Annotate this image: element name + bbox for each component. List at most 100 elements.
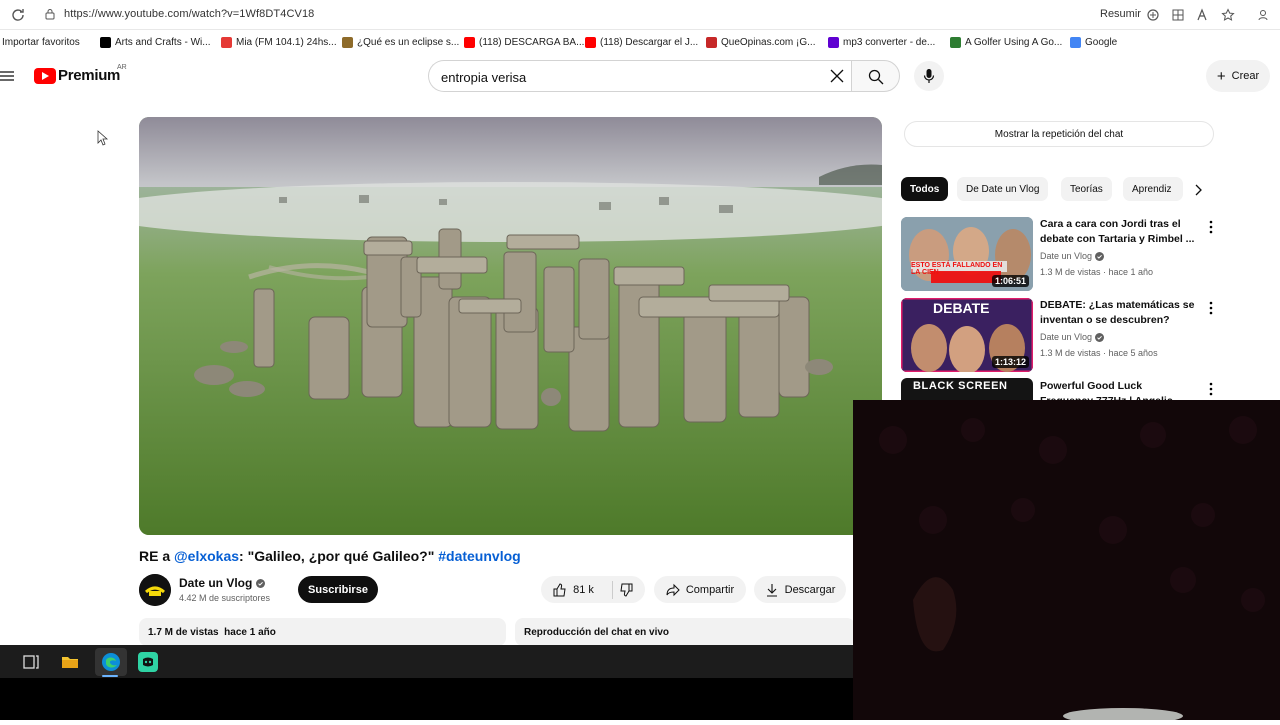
summarize-button[interactable]: Resumir (1100, 8, 1141, 20)
share-label: Compartir (685, 583, 735, 596)
recommendation-title[interactable]: DEBATE: ¿Las matemáticas se inventan o s… (1040, 298, 1196, 328)
verified-badge-icon (1095, 332, 1105, 342)
download-icon (766, 583, 777, 597)
bookmark-label: Importar favoritos (2, 36, 80, 48)
reload-icon[interactable] (10, 7, 26, 23)
recommendation-thumbnail[interactable]: BLACK SCREEN (901, 378, 1033, 400)
menu-icon[interactable] (0, 69, 14, 83)
filter-chip[interactable]: Teorías (1061, 177, 1112, 201)
download-label: Descargar (784, 583, 836, 596)
recommendation-title[interactable]: Cara a cara con Jordi tras el debate con… (1040, 217, 1196, 247)
search-input[interactable] (441, 68, 821, 86)
create-button[interactable]: + Crear (1206, 60, 1270, 92)
search-box (428, 60, 852, 92)
copilot-icon[interactable] (1146, 8, 1160, 22)
more-options-icon[interactable] (1205, 301, 1217, 315)
thumbnail-overlay-text: ESTO ESTÁ FALLANDO EN LA CIEN (911, 262, 1003, 276)
brand-label[interactable]: Premium (58, 67, 120, 84)
voice-search-button[interactable] (914, 61, 944, 91)
youtube-logo-icon[interactable] (34, 68, 56, 84)
channel-name[interactable]: Date un Vlog (179, 576, 252, 590)
bookmark-item[interactable]: ¿Qué es un eclipse s... (342, 35, 459, 49)
video-title: RE a @elxokas: "Galileo, ¿por qué Galile… (139, 548, 521, 564)
clear-search-icon[interactable] (829, 68, 845, 84)
bookmark-item[interactable]: Arts and Crafts - Wi... (100, 35, 211, 49)
recommendation-thumbnail[interactable]: ESTO ESTÁ FALLANDO EN LA CIEN 1:06:51 (901, 217, 1033, 291)
title-prefix: RE a (139, 548, 175, 564)
video-player[interactable] (139, 117, 882, 535)
more-options-icon[interactable] (1205, 220, 1217, 234)
channel-avatar[interactable] (139, 574, 171, 606)
thumbnail-overlay-text: BLACK SCREEN (913, 380, 1008, 392)
wikipedia-icon (100, 36, 111, 48)
file-explorer-icon[interactable] (59, 651, 81, 673)
filter-chip[interactable]: Todos (901, 177, 949, 201)
share-button[interactable]: Compartir (654, 576, 746, 603)
show-chat-replay-button[interactable]: Mostrar la repetición del chat (904, 121, 1214, 147)
chat-replay-panel[interactable]: Reproducción del chat en vivo (515, 618, 855, 646)
recommendation-channel-name: Date un Vlog (1040, 332, 1093, 342)
extensions-icon[interactable] (1256, 8, 1270, 22)
youtube-icon (464, 36, 475, 48)
search-icon (868, 69, 884, 85)
bookmark-item[interactable]: Importar favoritos (2, 35, 80, 49)
edge-browser-icon[interactable] (100, 651, 122, 673)
chevron-right-icon[interactable] (1190, 182, 1206, 198)
more-options-icon[interactable] (1205, 382, 1217, 396)
filter-chip[interactable]: De Date un Vlog (957, 177, 1049, 201)
download-button[interactable]: Descargar (754, 576, 846, 603)
search-button[interactable] (851, 60, 900, 92)
bookmark-label: (118) Descargar el J... (600, 36, 699, 48)
bookmark-item[interactable]: (118) Descargar el J... (585, 35, 698, 49)
split-screen-icon[interactable] (1171, 8, 1185, 22)
recommendation-thumbnail[interactable]: DEBATE 1:13:12 (901, 298, 1033, 372)
active-app-indicator (102, 675, 118, 677)
chat-replay-label: Reproducción del chat en vivo (524, 627, 670, 638)
favorite-star-icon[interactable] (1221, 8, 1235, 22)
hashtag-link[interactable]: #dateunvlog (438, 548, 520, 564)
bookmark-label: A Golfer Using A Go... (965, 36, 1063, 48)
url-text[interactable]: https://www.youtube.com/watch?v=1Wf8DT4C… (64, 8, 314, 20)
google-icon (1070, 36, 1081, 48)
thumbnail-overlay-text: DEBATE (933, 300, 990, 316)
bookmark-label: (118) DESCARGA BA... (479, 36, 585, 48)
task-view-icon[interactable] (20, 651, 42, 673)
share-arrow-icon (666, 583, 680, 596)
bookmark-item[interactable]: mp3 converter - de... (828, 35, 935, 49)
like-divider (611, 580, 613, 599)
site-info-icon[interactable] (44, 8, 56, 20)
bookmark-item[interactable]: QueOpinas.com ¡G... (706, 35, 815, 49)
bookmark-item[interactable]: A Golfer Using A Go... (950, 35, 1062, 49)
read-aloud-icon[interactable] (1196, 8, 1210, 22)
bookmark-item[interactable]: Google (1070, 35, 1117, 49)
mention-link[interactable]: @elxokas (174, 548, 239, 564)
bookmark-label: Arts and Crafts - Wi... (115, 36, 211, 48)
bookmark-label: Mia (FM 104.1) 24hs... (236, 36, 337, 48)
plus-icon: + (1216, 67, 1226, 85)
site-icon (950, 36, 961, 48)
subscribe-button[interactable]: Suscribirse (298, 576, 378, 603)
bookmark-item[interactable]: (118) DESCARGA BA... (464, 35, 584, 49)
video-frame-image (139, 117, 882, 535)
discord-app-icon[interactable] (137, 651, 159, 673)
recommendation-title[interactable]: Powerful Good Luck Frequency 777Hz | Ang… (1040, 379, 1196, 400)
bookmark-item[interactable]: Mia (FM 104.1) 24hs... (221, 35, 337, 49)
radio-icon (221, 36, 232, 48)
video-duration: 1:13:12 (991, 356, 1029, 368)
thumbs-up-icon[interactable] (553, 582, 567, 597)
webcam-image (853, 400, 1280, 724)
recommendation-channel-name: Date un Vlog (1040, 251, 1093, 261)
filter-chip[interactable]: Aprendiz (1123, 177, 1183, 201)
browser-toolbar: https://www.youtube.com/watch?v=1Wf8DT4C… (0, 0, 1280, 30)
thumbs-down-icon[interactable] (619, 583, 633, 597)
recommendation-channel[interactable]: Date un Vlog (1040, 251, 1105, 261)
create-label: Crear (1231, 70, 1260, 82)
queopinas-icon (706, 36, 717, 48)
microphone-icon (923, 69, 935, 83)
verified-badge-icon (1095, 251, 1105, 261)
webcam-overlay (853, 400, 1280, 724)
like-count[interactable]: 81 k (573, 584, 594, 596)
recommendation-channel[interactable]: Date un Vlog (1040, 332, 1105, 342)
description-box[interactable]: 1.7 M de vistas hace 1 año (139, 618, 506, 646)
video-duration: 1:06:51 (991, 275, 1029, 287)
